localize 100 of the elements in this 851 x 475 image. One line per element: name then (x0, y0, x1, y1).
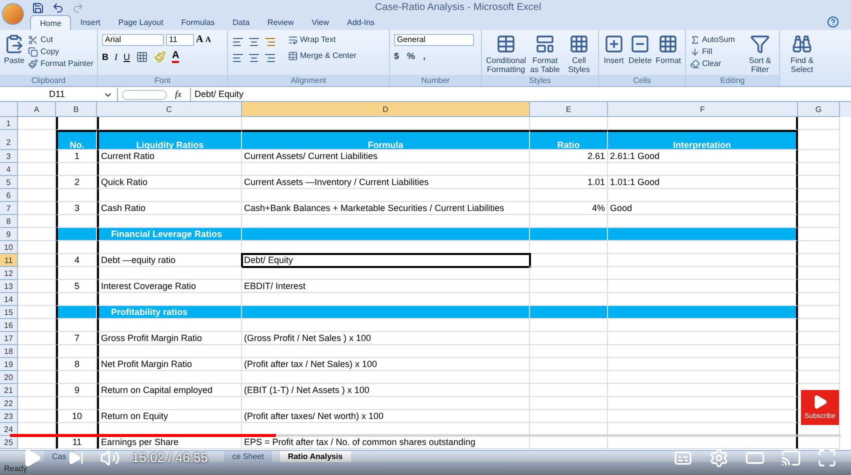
column-header[interactable]: D (242, 102, 530, 118)
sheet-tab[interactable]: Ratio Analysis (280, 451, 351, 462)
fill-button[interactable]: Fill (690, 46, 735, 58)
row-header[interactable]: 2 (0, 130, 18, 150)
format-painter-button[interactable]: Format Painter (28, 58, 94, 70)
row-header[interactable]: 21 (0, 384, 18, 398)
table-cell: Debt —equity ratio (97, 254, 242, 268)
row-header[interactable]: 23 (0, 410, 18, 424)
undo-icon[interactable] (52, 2, 64, 14)
table-cell: Profitability ratios (97, 306, 242, 320)
ribbon-tab[interactable]: Home (30, 15, 72, 30)
group-label: Alignment (228, 75, 389, 86)
table-cell: Return on Capital employed (97, 384, 242, 398)
table-cell: Liquidity Ratios (97, 130, 242, 150)
shrink-font-button[interactable]: A (205, 34, 212, 46)
row-header[interactable]: 9 (0, 228, 18, 242)
progress-track[interactable] (10, 434, 841, 437)
table-cell: 3 (56, 202, 97, 216)
table-cell: Net Profit Margin Ratio (97, 358, 242, 372)
underline-button[interactable]: U (124, 50, 130, 63)
wrap-text-button[interactable]: Wrap Text (288, 34, 356, 46)
row-header[interactable]: 14 (0, 293, 18, 306)
styles-button[interactable]: Cell Styles (564, 34, 594, 76)
help-icon[interactable] (827, 16, 839, 28)
fullscreen-icon[interactable] (817, 448, 837, 468)
font-color-button[interactable]: A (172, 50, 180, 64)
number-format-field[interactable]: General (394, 34, 474, 46)
row-header[interactable]: 1 (0, 117, 18, 130)
row-header[interactable]: 24 (0, 423, 18, 436)
styles-button[interactable]: Conditional Formatting (486, 34, 526, 76)
empty-cell (56, 319, 97, 332)
cells-button[interactable]: Insert (603, 34, 625, 76)
cast-icon[interactable] (781, 448, 801, 468)
column-header[interactable]: G (798, 102, 840, 118)
currency-button[interactable]: $ (394, 50, 400, 62)
ribbon-tab[interactable]: Add-Ins (338, 15, 384, 30)
comma-button[interactable]: , (423, 50, 426, 62)
sheet-tab[interactable]: ce Sheet (224, 451, 272, 462)
row-header[interactable]: 22 (0, 397, 18, 410)
row-header[interactable]: 11 (0, 254, 18, 268)
merge-cells-icon (288, 51, 298, 62)
formula-round-button[interactable] (122, 90, 167, 100)
cut-button[interactable]: Cut (28, 34, 94, 46)
copy-button[interactable]: Copy (28, 46, 94, 58)
row-header[interactable]: 15 (0, 306, 18, 320)
font-name-field[interactable]: Arial (102, 34, 164, 46)
name-box[interactable]: D11 (0, 88, 118, 102)
find-select-button[interactable]: Find & Select (782, 34, 822, 86)
volume-icon[interactable] (100, 448, 120, 468)
row-header[interactable]: 25 (0, 436, 18, 450)
function-label[interactable]: fx (175, 88, 182, 102)
row-header[interactable]: 18 (0, 345, 18, 358)
borders-icon (136, 50, 148, 63)
row-header[interactable]: 7 (0, 202, 18, 216)
paste-button[interactable]: Paste (4, 34, 24, 76)
row-header[interactable]: 6 (0, 189, 18, 202)
row-header[interactable]: 4 (0, 163, 18, 176)
row-header[interactable]: 20 (0, 371, 18, 384)
italic-button[interactable]: I (114, 50, 118, 63)
office-button-icon[interactable] (2, 2, 24, 24)
font-size-field[interactable]: 11 (166, 34, 194, 46)
row-header[interactable]: 13 (0, 280, 18, 294)
column-header[interactable]: A (18, 102, 56, 118)
autosum-button[interactable]: AutoSum (690, 34, 735, 46)
empty-cell (798, 345, 840, 358)
formula-input[interactable]: Debt/ Equity (190, 88, 851, 102)
bold-button[interactable]: B (102, 50, 108, 63)
row-header[interactable]: 10 (0, 241, 18, 254)
save-icon[interactable] (32, 2, 44, 14)
row-header[interactable]: 19 (0, 358, 18, 372)
row-header[interactable]: 17 (0, 332, 18, 346)
ribbon-tab[interactable]: Data (224, 15, 259, 30)
table-cell: 4 (56, 254, 97, 268)
grow-font-button[interactable]: A (196, 34, 204, 46)
row-header[interactable]: 12 (0, 267, 18, 280)
row-header[interactable]: 3 (0, 150, 18, 164)
table-cell: 5 (56, 280, 97, 294)
cells-button[interactable]: Delete (628, 34, 652, 76)
table-cell: Quick Ratio (97, 176, 242, 190)
next-icon[interactable] (68, 450, 84, 466)
ribbon-tab[interactable]: Page Layout (109, 15, 172, 30)
row-header[interactable]: 8 (0, 215, 18, 228)
cells-button[interactable]: Format (656, 34, 681, 76)
ribbon-tab[interactable]: Formulas (172, 15, 224, 30)
column-header[interactable]: F (608, 102, 798, 118)
column-header[interactable]: B (56, 102, 97, 118)
row-header[interactable]: 16 (0, 319, 18, 332)
merge-center-button[interactable]: Merge & Center (288, 50, 356, 62)
settings-icon[interactable] (709, 448, 729, 468)
column-header[interactable]: E (530, 102, 608, 118)
redo-icon[interactable] (72, 2, 84, 14)
ribbon-tab[interactable]: Insert (71, 15, 110, 30)
clear-button[interactable]: Clear (690, 58, 735, 70)
ribbon-tab[interactable]: Review (258, 15, 303, 30)
row-header[interactable]: 5 (0, 176, 18, 190)
ribbon-tab[interactable]: View (302, 15, 338, 30)
styles-button[interactable]: Format as Table (530, 34, 560, 76)
empty-cell (56, 267, 97, 280)
column-header[interactable]: C (97, 102, 242, 118)
percent-button[interactable]: % (407, 50, 416, 62)
